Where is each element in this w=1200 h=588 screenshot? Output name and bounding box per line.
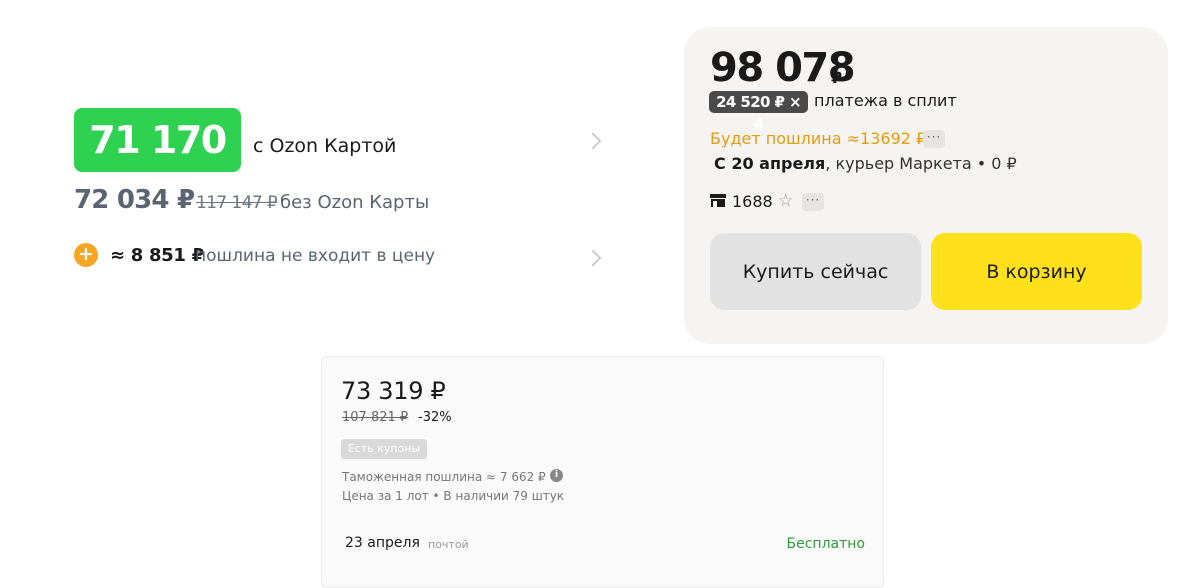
marketplace-offer-card: 73 319 ₽ 107 821 ₽ -32% Есть купоны Тамо… xyxy=(321,356,884,588)
ozon-duty-row[interactable]: + ≈ 8 851 ₽ пошлина не входит в цену xyxy=(74,241,614,271)
offer-discount: -32% xyxy=(418,410,452,425)
split-payment-badge[interactable]: 24 520 ₽ × 4 xyxy=(709,91,808,133)
buy-now-button[interactable]: Купить сейчас xyxy=(710,233,921,310)
ozon-price-block: 71 170 ₽ с Ozon Картой 72 034 ₽ 117 147 … xyxy=(74,107,614,277)
offer-price: 73 319 ₽ xyxy=(341,377,446,405)
info-icon[interactable]: i xyxy=(550,469,563,482)
add-to-cart-button[interactable]: В корзину xyxy=(931,233,1142,310)
ozon-duty-label: пошлина не входит в цену xyxy=(195,246,436,266)
plus-icon: + xyxy=(74,243,98,267)
ozon-card-label: с Ozon Картой xyxy=(253,135,397,157)
delivery-date: 23 апреля xyxy=(345,535,420,551)
ozon-card-price-row[interactable]: 71 170 ₽ с Ozon Картой xyxy=(74,107,614,226)
market-price-currency: ₽ xyxy=(831,68,843,87)
shop-icon xyxy=(710,194,726,207)
chevron-right-icon[interactable] xyxy=(584,132,602,150)
star-icon[interactable]: ☆ xyxy=(778,191,793,211)
chevron-right-icon[interactable] xyxy=(584,249,602,267)
offer-old-price: 107 821 ₽ xyxy=(342,410,409,425)
ozon-no-card-label: без Ozon Карты xyxy=(280,192,430,213)
ozon-no-card-price-row: 72 034 ₽ 117 147 ₽ без Ozon Карты xyxy=(74,185,614,219)
delivery-price: Бесплатно xyxy=(786,536,865,552)
more-dots-icon[interactable]: ··· xyxy=(923,130,945,148)
market-shop-info[interactable]: 1688 ☆ ··· xyxy=(710,191,910,213)
market-duty-text: Будет пошлина ≈13692 ₽ xyxy=(710,129,927,148)
ozon-old-price: 117 147 ₽ xyxy=(196,193,278,213)
delivery-method: почтой xyxy=(428,538,469,551)
ozon-duty-amount: ≈ 8 851 ₽ xyxy=(110,245,204,266)
stock-info: Цена за 1 лот • В наличии 79 штук xyxy=(342,489,565,503)
coupons-badge[interactable]: Есть купоны xyxy=(341,439,427,459)
customs-duty-text: Таможенная пошлина ≈ 7 662 ₽ xyxy=(342,470,546,484)
ozon-card-price-badge: 71 170 ₽ xyxy=(74,108,241,226)
split-payment-label: платежа в сплит xyxy=(814,91,957,110)
market-delivery-info: С 20 апреля, курьер Маркета • 0 ₽ xyxy=(714,154,1017,173)
more-dots-icon[interactable]: ··· xyxy=(802,193,824,211)
market-offer-card: 98 078 ₽ 24 520 ₽ × 4 платежа в сплит Бу… xyxy=(684,27,1168,344)
ozon-no-card-price: 72 034 ₽ xyxy=(74,185,195,215)
market-delivery-details: , курьер Маркета • 0 ₽ xyxy=(825,154,1017,173)
shop-number: 1688 xyxy=(732,192,773,211)
market-delivery-date: С 20 апреля xyxy=(714,154,826,173)
